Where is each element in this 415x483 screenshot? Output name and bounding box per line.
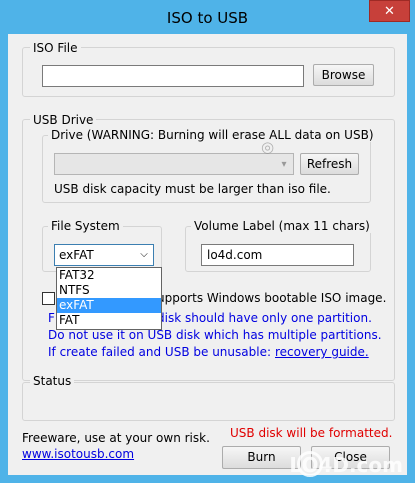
drive-select[interactable]: ▾ bbox=[54, 153, 294, 175]
bootable-checkbox[interactable] bbox=[42, 292, 55, 305]
bootable-label: upports Windows bootable ISO image. bbox=[157, 291, 387, 305]
app-window: ISO to USB ✕ ISO File Browse USB Drive D… bbox=[0, 0, 415, 483]
title-bar[interactable]: ISO to USB ✕ bbox=[0, 0, 415, 36]
site-link[interactable]: www.isotousb.com bbox=[22, 447, 134, 462]
browse-button[interactable]: Browse bbox=[313, 64, 374, 86]
note-line2: Do not use it on USB disk which has mult… bbox=[48, 328, 382, 342]
usb-drive-group-label: USB Drive bbox=[30, 113, 97, 127]
file-system-select[interactable]: exFAT ⌵ bbox=[54, 244, 154, 266]
dropdown-option-ntfs[interactable]: NTFS bbox=[57, 283, 161, 298]
recovery-guide-link[interactable]: recovery guide. bbox=[275, 345, 369, 360]
capacity-note: USB disk capacity must be larger than is… bbox=[54, 182, 331, 196]
lo4d-faint-watermark: ◎ bbox=[261, 138, 275, 156]
note-line3-prefix: If create failed and USB be unusable: bbox=[48, 345, 271, 359]
window-title: ISO to USB bbox=[166, 9, 249, 27]
client-area: ISO File Browse USB Drive Drive (WARNING… bbox=[8, 34, 407, 475]
chevron-down-icon: ▾ bbox=[281, 158, 287, 170]
chevron-down-icon: ⌵ bbox=[140, 249, 148, 260]
file-system-label: File System bbox=[48, 219, 123, 233]
file-system-dropdown-list: FAT32 NTFS exFAT FAT bbox=[56, 267, 162, 330]
freeware-note: Freeware, use at your own risk. bbox=[22, 431, 210, 445]
status-group-label: Status bbox=[30, 374, 75, 388]
note-line1-prefix: F bbox=[48, 311, 55, 325]
refresh-button[interactable]: Refresh bbox=[300, 153, 359, 175]
dropdown-option-exfat[interactable]: exFAT bbox=[57, 298, 161, 313]
file-system-selected: exFAT bbox=[59, 248, 94, 262]
iso-path-input[interactable] bbox=[42, 65, 304, 87]
dropdown-option-fat32[interactable]: FAT32 bbox=[57, 268, 161, 283]
window-close-button[interactable]: ✕ bbox=[369, 0, 410, 22]
note-line1: disk should have only one partition. bbox=[157, 311, 372, 325]
lo4d-watermark: LO4D.com bbox=[289, 453, 403, 477]
iso-file-group-label: ISO File bbox=[30, 41, 81, 55]
status-group bbox=[22, 382, 395, 421]
drive-warning-label: Drive (WARNING: Burning will erase ALL d… bbox=[48, 128, 377, 142]
dropdown-option-fat[interactable]: FAT bbox=[57, 313, 161, 328]
format-warning: USB disk will be formatted. bbox=[230, 426, 393, 440]
volume-label-label: Volume Label (max 11 chars) bbox=[191, 219, 373, 233]
volume-label-input[interactable]: lo4d.com bbox=[201, 244, 354, 266]
